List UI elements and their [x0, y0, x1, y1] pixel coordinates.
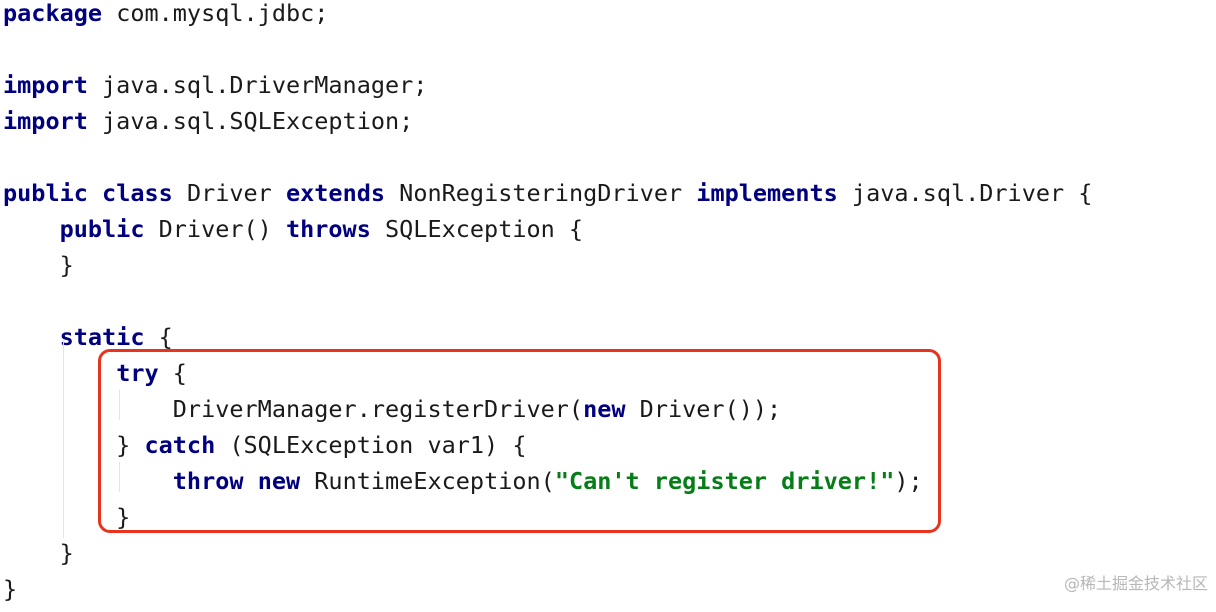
code-line: import java.sql.DriverManager;: [3, 72, 1213, 108]
code-line: }: [3, 252, 1213, 288]
code-token: java.sql.SQLException;: [87, 107, 414, 135]
code-line: import java.sql.SQLException;: [3, 108, 1213, 144]
keyword-token: extends: [285, 179, 386, 207]
keyword-token: import: [3, 71, 88, 99]
code-token: NonRegisteringDriver: [385, 179, 697, 207]
code-token: }: [3, 251, 74, 279]
code-line: }: [3, 540, 1213, 576]
keyword-token: throws: [285, 215, 371, 243]
code-line: public Driver() throws SQLException {: [3, 216, 1213, 252]
keyword-token: implements: [696, 179, 838, 207]
code-line: }: [3, 576, 1213, 612]
keyword-token: public: [3, 179, 88, 207]
code-token: java.sql.DriverManager;: [87, 71, 428, 99]
code-token: java.sql.Driver {: [837, 179, 1093, 207]
code-token: SQLException {: [370, 215, 584, 243]
code-line: package com.mysql.jdbc;: [3, 0, 1213, 36]
code-line: public class Driver extends NonRegisteri…: [3, 180, 1213, 216]
keyword-token: static: [59, 323, 145, 351]
highlight-box: [98, 349, 941, 533]
code-token: Driver(): [144, 215, 286, 243]
code-token: Driver: [172, 179, 286, 207]
code-token: }: [3, 539, 74, 567]
watermark: @稀土掘金技术社区: [1063, 574, 1208, 593]
keyword-token: import: [3, 107, 88, 135]
keyword-token: public: [59, 215, 145, 243]
code-token: {: [144, 323, 173, 351]
code-token: }: [3, 575, 18, 603]
keyword-token: class: [102, 179, 173, 207]
indent-guide: [63, 340, 64, 538]
keyword-token: package: [3, 0, 103, 27]
code-token: com.mysql.jdbc;: [102, 0, 329, 27]
